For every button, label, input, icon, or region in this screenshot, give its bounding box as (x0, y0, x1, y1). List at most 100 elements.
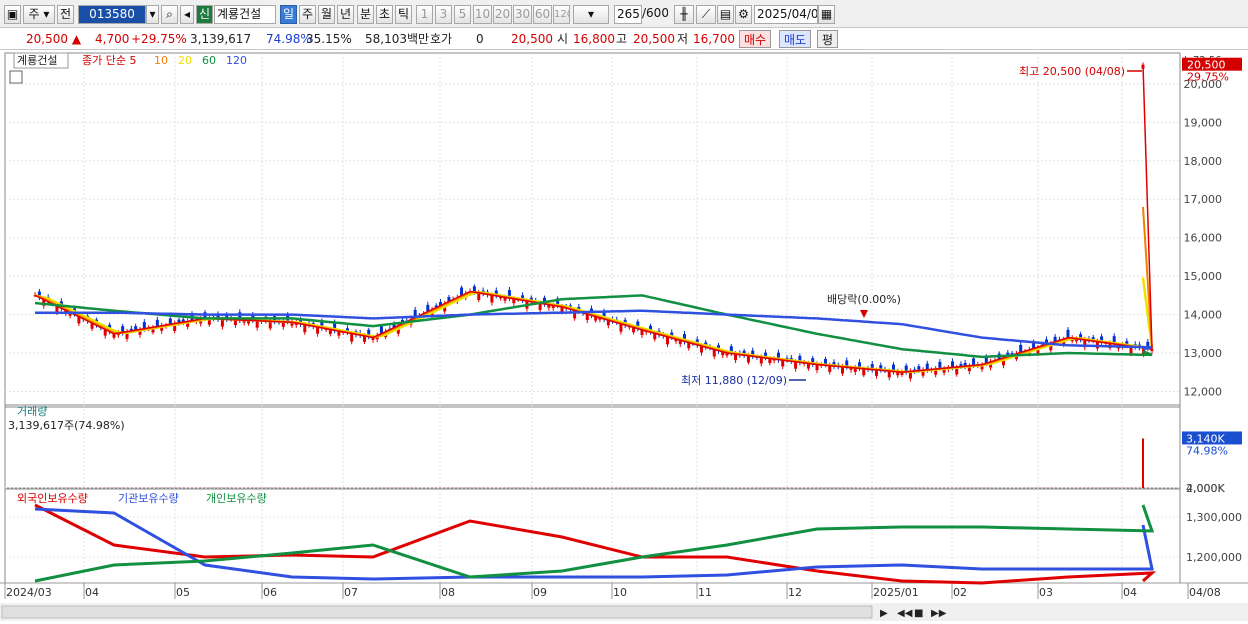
ma10-line (35, 207, 1152, 372)
chart-area: 2024/030405060708091011122025/0102030404… (0, 51, 1248, 621)
candle-body (888, 371, 891, 377)
candle-body (1067, 330, 1070, 338)
legend-ma-period: 10 (154, 54, 168, 67)
high-label: 고 (616, 30, 627, 48)
scroll-control-icon: ▶▶ (931, 608, 947, 619)
interval-30[interactable]: 30 (513, 5, 532, 24)
period-tick[interactable]: 틱 (395, 5, 412, 24)
volume-panel-frame (5, 405, 1180, 488)
period-week[interactable]: 주 (299, 5, 316, 24)
candle-body (303, 325, 306, 333)
holding-tick-label: 1,200,000 (1186, 551, 1242, 564)
candle-body (938, 362, 941, 369)
volume-tick-label: 2,000K (1186, 482, 1225, 495)
count-max: /600 (642, 5, 668, 24)
interval-20[interactable]: 20 (493, 5, 512, 24)
interval-10[interactable]: 10 (473, 5, 492, 24)
month-label: 09 (533, 586, 547, 599)
month-label: 11 (698, 586, 712, 599)
price-tick-label: 15,000 (1184, 270, 1223, 283)
price-tick-label: 18,000 (1184, 155, 1223, 168)
calendar-icon[interactable]: ▦ (818, 5, 835, 24)
period-minute[interactable]: 분 (357, 5, 374, 24)
stock-name-field[interactable]: 계룡건설 (214, 5, 276, 24)
stock-code-input[interactable]: 013580 (78, 5, 146, 24)
scroll-control-icon: ▶ (880, 608, 888, 619)
candle-body (269, 321, 272, 328)
period-day[interactable]: 일 (280, 5, 297, 24)
date-input[interactable]: 2025/04/08 (754, 5, 818, 24)
month-label: 05 (176, 586, 190, 599)
price-tick-label: 12,000 (1184, 385, 1223, 398)
eval-button[interactable]: 평 (817, 30, 838, 48)
layout-icon[interactable]: ▣ (4, 5, 21, 24)
buy-button[interactable]: 매수 (739, 30, 771, 48)
hoga-price: 20,500 (511, 30, 553, 48)
hoga-label: 호가 (430, 30, 452, 48)
interval-60[interactable]: 60 (533, 5, 552, 24)
month-label: 04/08 (1189, 586, 1221, 599)
trade-amount: 58,103백만 (365, 30, 429, 48)
open-value: 16,800 (573, 30, 615, 48)
scrollbar-thumb (2, 606, 872, 618)
candle-body (862, 369, 865, 375)
price-tick-label: 17,000 (1184, 193, 1223, 206)
current-price-value: 20,500 (26, 32, 68, 46)
current-pct-label: 29.75% (1187, 71, 1229, 84)
holding-legend-inst: 기관보유수량 (118, 492, 179, 505)
candle-body (143, 322, 146, 329)
change-pct: +29.75% (131, 30, 187, 48)
candle-body (781, 360, 784, 366)
sell-button[interactable]: 매도 (779, 30, 811, 48)
gear-icon[interactable]: ⚙ (735, 5, 752, 24)
speaker-icon[interactable]: ◂ (180, 5, 194, 24)
candle-body (841, 367, 844, 374)
candle-body (734, 354, 737, 360)
interval-5[interactable]: 5 (454, 5, 471, 24)
ma-lines (35, 65, 1152, 583)
candle-body (794, 362, 797, 369)
candle-body (221, 319, 224, 326)
interval-3[interactable]: 3 (435, 5, 452, 24)
candle-body (316, 327, 319, 334)
legend-ma-period: 120 (226, 54, 247, 67)
holding-legend-indiv: 개인보유수량 (206, 492, 267, 505)
prev-button[interactable]: 전 (57, 5, 74, 24)
code-dropdown-icon[interactable]: ▾ (146, 5, 159, 24)
holding-tick-label: 1,300,000 (1186, 511, 1242, 524)
price-tick-label: 13,000 (1184, 347, 1223, 360)
line-tool-icon[interactable]: ⟋ (696, 5, 716, 24)
dividend-annotation: 배당락(0.00%) (827, 293, 901, 306)
low-label: 저 (677, 30, 688, 48)
market-select[interactable]: 주 ▾ (23, 5, 55, 24)
period-year[interactable]: 년 (337, 5, 354, 24)
table-icon (10, 71, 22, 83)
candle-body (477, 293, 480, 300)
quote-bar: 20,500 ▲ 4,700 +29.75% 3,139,617 74.98% … (0, 28, 1248, 50)
scroll-control-icon: ◀◀ (897, 608, 913, 619)
save-icon[interactable]: ▤ (717, 5, 734, 24)
legend-ma-label: 종가 단순 5 (82, 54, 136, 67)
month-label: 2025/01 (873, 586, 919, 599)
ma5-line (35, 65, 1152, 373)
legend-ma-period: 60 (202, 54, 216, 67)
search-icon[interactable]: ⌕ (161, 5, 178, 24)
period-second[interactable]: 초 (376, 5, 393, 24)
volume-legend-value: 3,139,617주(74.98%) (8, 419, 125, 432)
legend-stock-name: 계룡건설 (17, 54, 57, 67)
candle-type-icon[interactable]: ╫ (674, 5, 694, 24)
month-label: 07 (344, 586, 358, 599)
period-month[interactable]: 월 (318, 5, 335, 24)
month-label: 2024/03 (6, 586, 52, 599)
candle-body (619, 324, 622, 332)
candle-body (828, 366, 831, 372)
change-value: 4,700 (95, 30, 129, 48)
high-value: 20,500 (633, 30, 675, 48)
scroll-control-icon: ■ (914, 608, 923, 619)
legend-ma-period: 20 (178, 54, 192, 67)
candles (34, 62, 1154, 488)
interval-1[interactable]: 1 (416, 5, 433, 24)
count-input[interactable]: 265 (614, 5, 642, 24)
interval-dropdown[interactable]: ▾ (573, 5, 609, 24)
interval-120[interactable]: 120 (553, 5, 570, 24)
